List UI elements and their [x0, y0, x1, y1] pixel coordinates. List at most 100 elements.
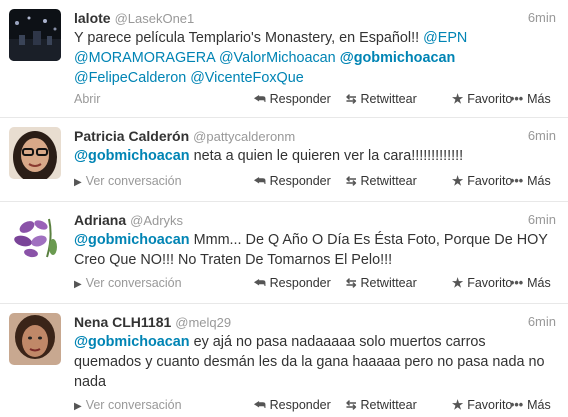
tweet-feed: lalote @LasekOne1 6min Y parece película … [0, 0, 568, 417]
timestamp[interactable]: 6min [528, 210, 556, 230]
author-name[interactable]: Nena CLH1181 [74, 314, 171, 330]
retweet-icon: ⇆ [346, 174, 357, 188]
reply-label: Responder [269, 92, 331, 106]
author-handle[interactable]: @Adryks [130, 213, 183, 228]
expand-link[interactable]: Abrir [74, 90, 100, 108]
favorite-button[interactable]: ★ Favorito [452, 90, 512, 108]
more-dots-icon: ••• [510, 276, 524, 290]
tweet-item[interactable]: Adriana @Adryks 6min @gobmichoacan Mmm...… [0, 202, 568, 304]
tweet-header: lalote @LasekOne1 6min [74, 8, 556, 28]
favorite-label: Favorito [467, 398, 513, 412]
retweet-button[interactable]: ⇆ Retwittear [346, 90, 417, 108]
mention-link[interactable]: @gobmichoacan [74, 148, 190, 164]
expand-link[interactable]: ▶ Ver conversación [74, 172, 182, 192]
retweet-button[interactable]: ⇆ Retwittear [346, 396, 417, 414]
mention-link[interactable]: @MORAMORAGERA [74, 50, 215, 66]
more-dots-icon: ••• [510, 174, 524, 188]
tweet-header: Adriana @Adryks 6min [74, 210, 556, 230]
reply-icon: ⮪ [254, 92, 266, 106]
retweet-button[interactable]: ⇆ Retwittear [346, 274, 417, 292]
star-icon: ★ [452, 276, 464, 290]
avatar[interactable] [9, 313, 61, 365]
timestamp[interactable]: 6min [528, 126, 556, 146]
tweet-text: @gobmichoacan ey ajá no pasa nadaaaaa so… [74, 332, 556, 392]
mention-link[interactable]: @VicenteFoxQue [190, 70, 304, 86]
author-handle[interactable]: @pattycalderonm [193, 129, 295, 144]
more-label: Más [527, 276, 551, 290]
tweet-text: Y parece película Templario's Monastery,… [74, 28, 556, 88]
tweet-actions: ▶ Ver conversación ⮪ Responder ⇆ Retwittear… [74, 172, 556, 190]
favorite-label: Favorito [467, 276, 513, 290]
reply-icon: ⮪ [254, 398, 266, 412]
retweet-label: Retwittear [360, 92, 417, 106]
retweet-button[interactable]: ⇆ Retwittear [346, 172, 417, 190]
tweet-header: Nena CLH1181 @melq29 6min [74, 312, 556, 332]
author-name[interactable]: lalote [74, 10, 111, 26]
author-handle[interactable]: @LasekOne1 [115, 11, 195, 26]
tweet-header: Patricia Calderón @pattycalderonm 6min [74, 126, 556, 146]
more-button[interactable]: ••• Más [510, 90, 551, 108]
tweet-item[interactable]: Nena CLH1181 @melq29 6min @gobmichoacan e… [0, 304, 568, 417]
expand-label: Abrir [74, 92, 101, 106]
tweet-item[interactable]: lalote @LasekOne1 6min Y parece película … [0, 0, 568, 118]
triangle-right-icon: ▶ [74, 401, 82, 412]
triangle-right-icon: ▶ [74, 177, 82, 188]
favorite-button[interactable]: ★ Favorito [452, 274, 512, 292]
retweet-label: Retwittear [360, 174, 417, 188]
mention-link[interactable]: @FelipeCalderon [74, 70, 186, 86]
mention-link[interactable]: @EPN [423, 30, 467, 46]
reply-label: Responder [269, 398, 331, 412]
retweet-icon: ⇆ [346, 398, 357, 412]
avatar[interactable] [9, 127, 61, 179]
more-dots-icon: ••• [510, 92, 524, 106]
tweet-text: @gobmichoacan neta a quien le quieren ve… [74, 146, 556, 166]
triangle-right-icon: ▶ [74, 279, 82, 290]
favorite-label: Favorito [467, 174, 513, 188]
mention-link[interactable]: @gobmichoacan [74, 334, 190, 350]
timestamp[interactable]: 6min [528, 312, 556, 332]
expand-link[interactable]: ▶ Ver conversación [74, 274, 182, 294]
author-name[interactable]: Patricia Calderón [74, 128, 189, 144]
expand-label: Ver conversación [85, 174, 182, 188]
author-name[interactable]: Adriana [74, 212, 126, 228]
star-icon: ★ [452, 92, 464, 106]
retweet-icon: ⇆ [346, 92, 357, 106]
reply-button[interactable]: ⮪ Responder [254, 274, 331, 292]
mention-link[interactable]: @gobmichoacan [74, 232, 190, 248]
retweet-label: Retwittear [360, 276, 417, 290]
expand-label: Ver conversación [85, 398, 182, 412]
avatar[interactable] [9, 211, 61, 263]
star-icon: ★ [452, 174, 464, 188]
more-button[interactable]: ••• Más [510, 172, 551, 190]
more-button[interactable]: ••• Más [510, 274, 551, 292]
tweet-actions: ▶ Ver conversación ⮪ Responder ⇆ Retwittear… [74, 396, 556, 414]
expand-label: Ver conversación [85, 276, 182, 290]
tweet-actions: Abrir ⮪ Responder ⇆ Retwittear ★ Favorito •… [74, 90, 556, 108]
more-label: Más [527, 92, 551, 106]
tweet-actions: ▶ Ver conversación ⮪ Responder ⇆ Retwittear… [74, 274, 556, 292]
reply-icon: ⮪ [254, 276, 266, 290]
reply-icon: ⮪ [254, 174, 266, 188]
timestamp[interactable]: 6min [528, 8, 556, 28]
author-handle[interactable]: @melq29 [175, 315, 231, 330]
tweet-text-run: neta a quien le quieren ver la cara!!!!!… [189, 148, 464, 164]
tweet-text-run: Y parece película Templario's Monastery,… [74, 30, 424, 46]
avatar[interactable] [9, 9, 61, 61]
favorite-label: Favorito [467, 92, 513, 106]
more-label: Más [527, 398, 551, 412]
mention-link[interactable]: @ValorMichoacan [219, 50, 336, 66]
reply-label: Responder [269, 174, 331, 188]
more-button[interactable]: ••• Más [510, 396, 551, 414]
reply-button[interactable]: ⮪ Responder [254, 172, 331, 190]
mention-link[interactable]: @gobmichoacan [340, 50, 456, 66]
reply-button[interactable]: ⮪ Responder [254, 396, 331, 414]
tweet-item[interactable]: Patricia Calderón @pattycalderonm 6min @g… [0, 118, 568, 202]
reply-label: Responder [269, 276, 331, 290]
retweet-icon: ⇆ [346, 276, 357, 290]
favorite-button[interactable]: ★ Favorito [452, 396, 512, 414]
favorite-button[interactable]: ★ Favorito [452, 172, 512, 190]
expand-link[interactable]: ▶ Ver conversación [74, 396, 182, 416]
more-dots-icon: ••• [510, 398, 524, 412]
reply-button[interactable]: ⮪ Responder [254, 90, 331, 108]
star-icon: ★ [452, 398, 464, 412]
